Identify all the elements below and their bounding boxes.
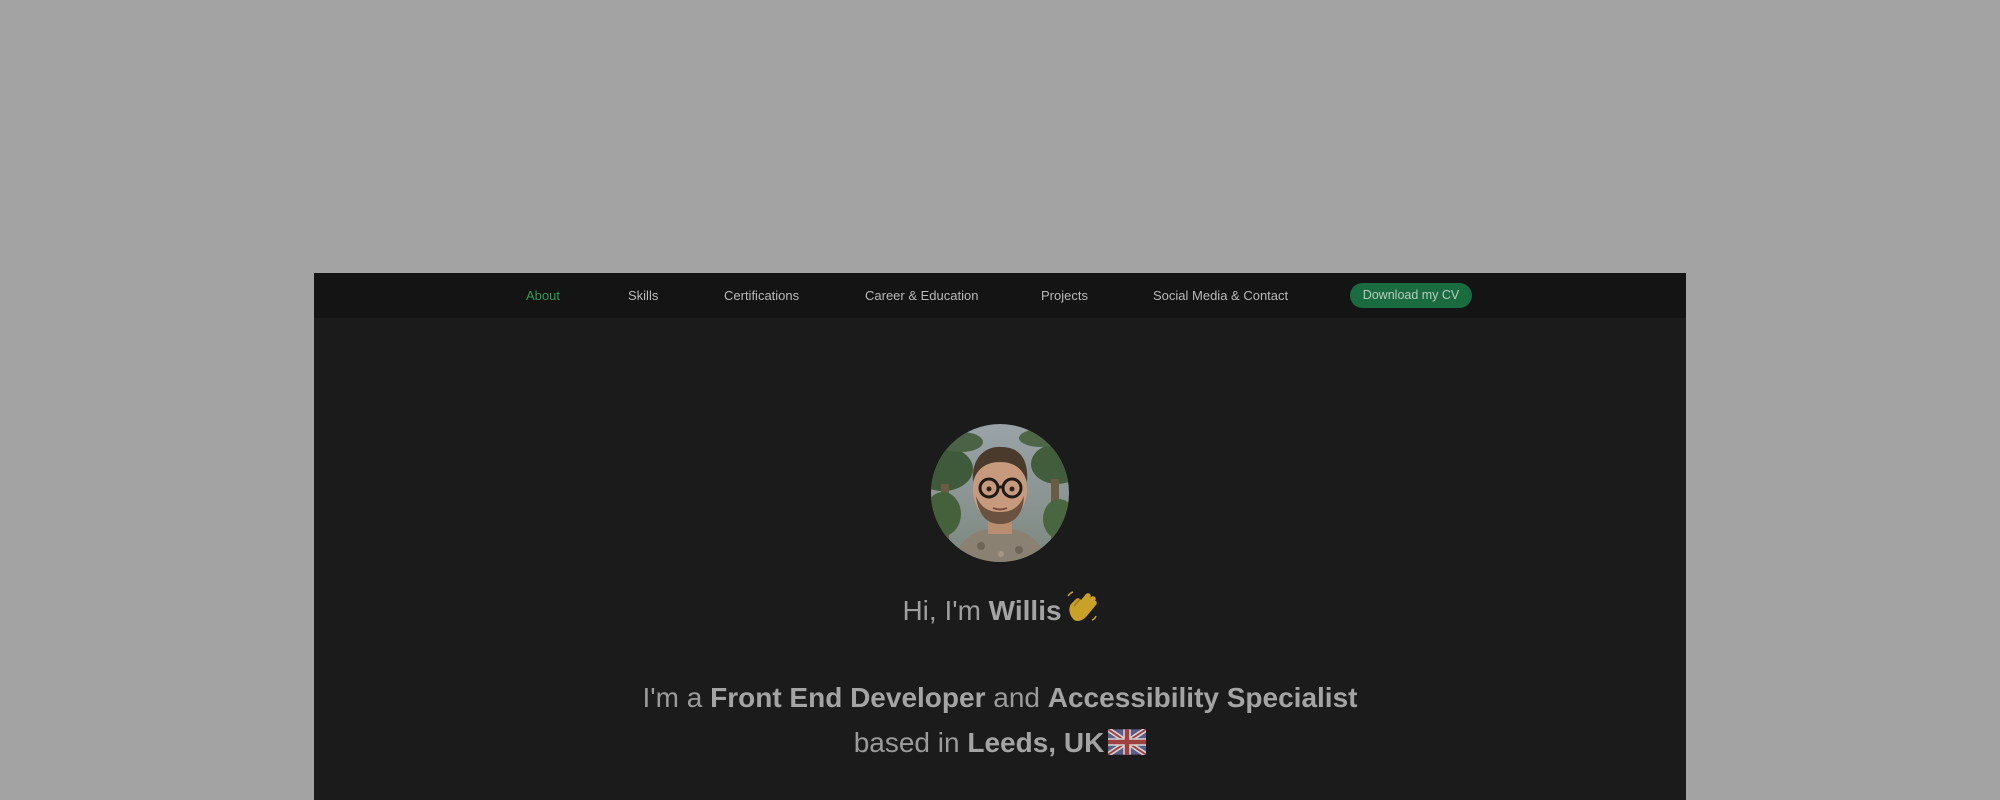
- nav-link-social-contact[interactable]: Social Media & Contact: [1153, 273, 1288, 318]
- nav-link-projects[interactable]: Projects: [1041, 273, 1088, 318]
- waving-hand-icon: [1066, 590, 1098, 631]
- nav-link-about[interactable]: About: [526, 273, 560, 318]
- hero-greeting: Hi, I'm Willis: [314, 590, 1686, 631]
- intro-text-3: based in: [853, 727, 960, 758]
- profile-avatar: [931, 424, 1069, 562]
- top-navigation: About Skills Certifications Career & Edu…: [314, 273, 1686, 318]
- hero-name: Willis: [988, 595, 1062, 626]
- nav-link-career-education[interactable]: Career & Education: [865, 273, 978, 318]
- nav-link-skills[interactable]: Skills: [628, 273, 658, 318]
- page-viewport: About Skills Certifications Career & Edu…: [314, 273, 1686, 800]
- intro-role-accessibility: Accessibility Specialist: [1047, 682, 1358, 713]
- hero-intro: I'm a Front End Developer and Accessibil…: [314, 675, 1686, 768]
- intro-text-2: and: [993, 682, 1040, 713]
- intro-role-front-end: Front End Developer: [710, 682, 986, 713]
- greeting-prefix: Hi, I'm: [902, 595, 981, 626]
- uk-flag-icon: [1106, 723, 1148, 768]
- download-cv-button[interactable]: Download my CV: [1350, 283, 1472, 308]
- intro-location: Leeds, UK: [967, 727, 1105, 758]
- intro-text-1: I'm a: [642, 682, 703, 713]
- profile-photo: [931, 424, 1069, 562]
- nav-link-certifications[interactable]: Certifications: [724, 273, 799, 318]
